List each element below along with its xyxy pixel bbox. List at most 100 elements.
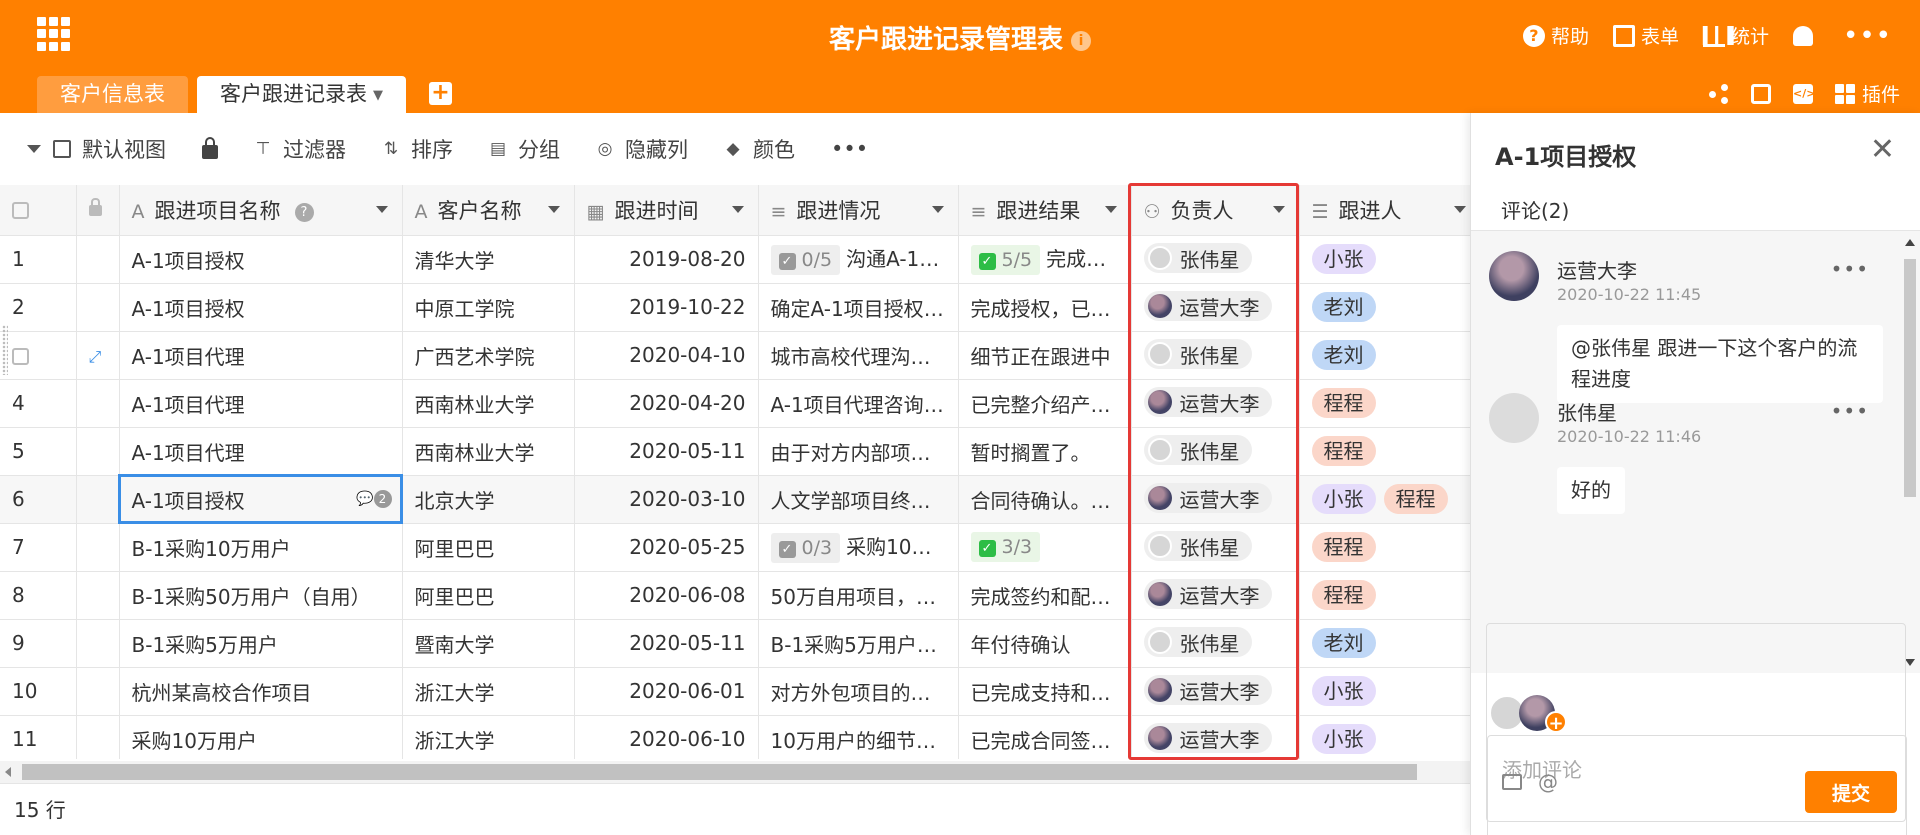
column-header[interactable]: ▦ 跟进时间 [574,185,759,236]
chevron-down-icon[interactable] [547,206,560,213]
follower-cell[interactable]: 程程 [1299,523,1470,572]
follower-cell[interactable]: 程程 [1299,571,1470,620]
followup-date-cell[interactable]: 2019-10-22 [574,283,759,332]
follower-cell[interactable]: 老刘 [1299,331,1470,380]
customer-name-cell[interactable]: 西南林业大学 [402,427,575,476]
chevron-down-icon[interactable] [375,206,388,213]
follower-cell[interactable]: 小张 [1299,715,1470,759]
chevron-down-icon[interactable] [731,206,744,213]
followup-result-cell[interactable]: 完成签约和配置... [958,571,1132,620]
owner-cell[interactable]: 运营大李 [1131,715,1300,759]
sort-button[interactable]: ⇅ 排序 [382,134,453,164]
followup-result-cell[interactable]: 已完整介绍产品... [958,379,1132,428]
followup-result-cell[interactable]: 完成授权，已签... [958,283,1132,332]
followup-status-cell[interactable]: 50万自用项目，已... [758,571,959,620]
group-button[interactable]: ▤ 分组 [489,134,560,164]
followup-status-cell[interactable]: ✓0/3采购10万用... [758,523,959,572]
customer-name-cell[interactable]: 北京大学 [402,475,575,524]
scrollbar-thumb[interactable] [1904,259,1916,497]
followup-date-cell[interactable]: 2020-06-01 [574,667,759,716]
bell-icon[interactable] [1792,25,1813,46]
project-name-cell[interactable]: A-1项目授权 💬 2 [118,474,403,524]
project-name-cell[interactable]: B-1采购5万用户 [119,619,403,668]
select-all-cell[interactable] [0,185,77,236]
project-name-cell[interactable]: 采购10万用户 [119,715,403,759]
column-header[interactable]: ≡ 跟进结果 [958,185,1132,236]
project-name-cell[interactable]: A-1项目代理 [119,427,403,476]
vertical-scrollbar[interactable] [1901,239,1916,669]
project-name-cell[interactable]: A-1项目代理 [119,331,403,380]
tab-followup-records[interactable]: 客户跟进记录表 ▼ [197,76,406,113]
more-menu-icon[interactable]: ••• [1843,23,1892,49]
followup-result-cell[interactable]: 合同待确认。已... [958,475,1132,524]
followup-status-cell[interactable]: 人文学部项目终身... [758,475,959,524]
lock-view-button[interactable] [202,137,218,159]
scroll-down-icon[interactable] [1905,659,1915,666]
comment-count-badge[interactable]: 💬 2 [356,489,392,508]
customer-name-cell[interactable]: 广西艺术学院 [402,331,575,380]
expand-icon[interactable]: ⤢ [89,347,102,366]
collapse-caret-icon[interactable] [27,145,41,153]
plugin-label[interactable]: 插件 [1862,80,1900,107]
owner-cell[interactable]: 张伟星 [1131,331,1300,380]
owner-cell[interactable]: 运营大李 [1131,379,1300,428]
toolbar-more-button[interactable]: ••• [831,137,868,161]
follower-cell[interactable]: 小张 [1299,667,1470,716]
image-icon[interactable] [1502,774,1522,790]
chevron-down-icon[interactable]: ▼ [373,88,383,103]
horizontal-scrollbar[interactable] [0,761,1470,783]
customer-name-cell[interactable]: 西南林业大学 [402,379,575,428]
followup-result-cell[interactable]: 细节正在跟进中 [958,331,1132,380]
add-participant-icon[interactable]: + [1545,711,1567,734]
share-icon[interactable] [1708,83,1729,104]
column-header[interactable]: ≡ 跟进情况 [758,185,959,236]
followup-date-cell[interactable]: 2020-04-10 [574,331,759,380]
followup-status-cell[interactable]: 10万用户的细节沟... [758,715,959,759]
project-name-cell[interactable]: A-1项目代理 [119,379,403,428]
owner-cell[interactable]: 运营大李 [1131,571,1300,620]
followup-date-cell[interactable]: 2020-03-10 [574,475,759,524]
table-row[interactable]: 4 A-1项目代理 西南林业大学 2020-04-20 A-1项目代理咨询，... 已完整… [0,379,1470,428]
owner-cell[interactable]: 张伟星 [1131,523,1300,572]
form-button[interactable]: 表单 [1612,22,1679,49]
scroll-left-icon[interactable] [5,767,11,777]
follower-cell[interactable]: 小张 程程 [1299,475,1470,524]
owner-cell[interactable]: 运营大李 [1131,667,1300,716]
select-all-checkbox[interactable] [12,202,29,220]
followup-result-cell[interactable]: 已完成合同签约... [958,715,1132,759]
filter-button[interactable]: ⊤ 过滤器 [254,134,346,164]
column-header[interactable]: ⚇ 负责人 [1131,185,1300,236]
project-name-cell[interactable]: A-1项目授权 [119,235,403,284]
submit-button[interactable]: 提交 [1805,771,1897,813]
owner-cell[interactable]: 张伟星 [1131,619,1300,668]
row-checkbox[interactable] [12,348,29,365]
followup-result-cell[interactable]: 年付待确认 [958,619,1132,668]
follower-cell[interactable]: 老刘 [1299,619,1470,668]
customer-name-cell[interactable]: 阿里巴巴 [402,571,575,620]
owner-cell[interactable]: 张伟星 [1131,235,1300,284]
mention-button[interactable]: @ [1538,770,1558,794]
customer-name-cell[interactable]: 浙江大学 [402,667,575,716]
followup-date-cell[interactable]: 2019-08-20 [574,235,759,284]
owner-cell[interactable]: 张伟星 [1131,427,1300,476]
tab-customer-info[interactable]: 客户信息表 [37,76,188,113]
followup-date-cell[interactable]: 2020-04-20 [574,379,759,428]
record-icon[interactable] [1750,83,1771,104]
followup-status-cell[interactable]: 由于对方内部项目... [758,427,959,476]
table-row[interactable]: 5 A-1项目代理 西南林业大学 2020-05-11 由于对方内部项目... 暂时搁置了… [0,427,1470,476]
customer-name-cell[interactable]: 清华大学 [402,235,575,284]
info-icon[interactable]: i [1071,31,1091,51]
followup-result-cell[interactable]: 已完成支持和支... [958,667,1132,716]
default-view-button[interactable]: 默认视图 [53,134,166,164]
followup-status-cell[interactable]: B-1采购5万用户的... [758,619,959,668]
owner-cell[interactable]: 运营大李 [1131,475,1300,524]
followup-date-cell[interactable]: 2020-05-11 [574,619,759,668]
table-row[interactable]: 7B-1采购10万用户阿里巴巴2020-05-25✓0/3采购10万用...✓3… [0,523,1470,572]
customer-name-cell[interactable]: 中原工学院 [402,283,575,332]
color-button[interactable]: ◆ 颜色 [724,134,795,164]
drag-handle[interactable] [2,325,8,375]
tab-comments[interactable]: 评论(2) [1501,195,1570,235]
column-header[interactable]: A 客户名称 [402,185,575,236]
scrollbar-thumb[interactable] [22,764,1417,780]
project-name-cell[interactable]: 杭州某高校合作项目 [119,667,403,716]
